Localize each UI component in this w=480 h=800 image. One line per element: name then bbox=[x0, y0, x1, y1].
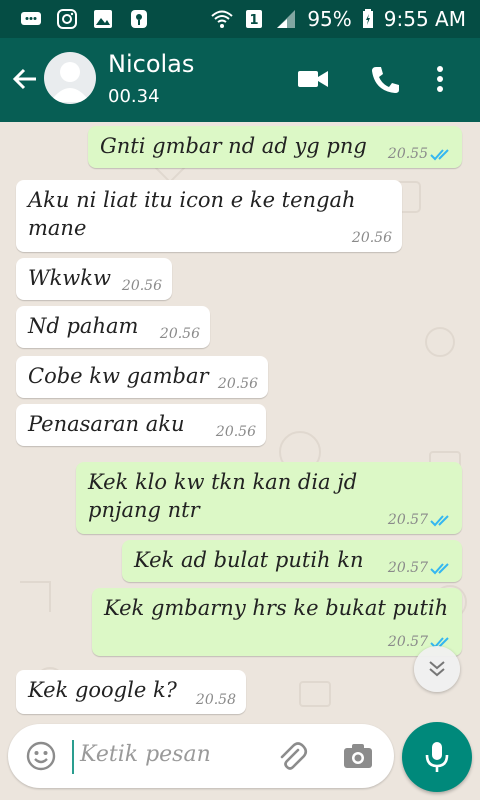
message-time: 20.56 bbox=[215, 424, 256, 440]
clock: 9:55 AM bbox=[383, 7, 466, 31]
battery-percent: 95% bbox=[307, 7, 352, 31]
svg-text:1: 1 bbox=[250, 13, 259, 28]
chat-header: Nicolas 00.34 bbox=[0, 38, 480, 122]
message-time: 20.56 bbox=[159, 326, 200, 342]
message-text: Nd paham bbox=[28, 314, 139, 338]
message-time: 20.56 bbox=[217, 376, 258, 392]
instagram-icon bbox=[57, 9, 77, 29]
message-bubble-outgoing[interactable]: Kek klo kw tkn kan dia jd pnjang ntr 20.… bbox=[76, 462, 462, 534]
avatar[interactable] bbox=[44, 52, 96, 104]
message-bubble-outgoing[interactable]: Gnti gmbar nd ad yg png 20.55 bbox=[88, 126, 462, 168]
message-bubble-outgoing[interactable]: Kek ad bulat putih kn 20.57 bbox=[122, 540, 462, 582]
contact-name[interactable]: Nicolas bbox=[108, 50, 194, 78]
microphone-icon bbox=[425, 742, 449, 772]
message-time: 20.57 bbox=[387, 512, 428, 528]
text-cursor bbox=[72, 740, 74, 774]
message-text: Kek gmbarny hrs ke bukat putih bbox=[104, 596, 449, 620]
message-text-line2: pnjang ntr bbox=[88, 498, 200, 522]
message-time: 20.57 bbox=[387, 634, 428, 650]
read-receipt-icon bbox=[430, 515, 449, 527]
battery-icon bbox=[362, 9, 373, 28]
chat-notification-icon bbox=[21, 12, 41, 25]
message-time: 20.55 bbox=[387, 146, 428, 162]
message-bubble-outgoing[interactable]: Kek gmbarny hrs ke bukat putih 20.57 bbox=[92, 588, 462, 656]
voice-message-button[interactable] bbox=[402, 722, 472, 792]
gallery-icon bbox=[94, 10, 112, 28]
signal-icon bbox=[277, 10, 296, 28]
camera-icon[interactable] bbox=[342, 742, 374, 770]
message-time: 20.56 bbox=[121, 278, 162, 294]
message-text: Kek google k? bbox=[28, 678, 177, 702]
attach-icon[interactable] bbox=[276, 740, 308, 772]
message-bubble-incoming[interactable]: Kek google k? 20.58 bbox=[16, 670, 246, 714]
message-text: Penasaran aku bbox=[28, 412, 185, 436]
message-list[interactable]: Gnti gmbar nd ad yg png 20.55 Aku ni lia… bbox=[0, 122, 480, 722]
emoji-icon[interactable] bbox=[26, 741, 56, 771]
message-bubble-incoming[interactable]: Penasaran aku 20.56 bbox=[16, 404, 266, 446]
sim-icon: 1 bbox=[246, 10, 263, 28]
message-bubble-incoming[interactable]: Wkwkw 20.56 bbox=[16, 258, 172, 300]
back-arrow-icon[interactable] bbox=[12, 66, 38, 92]
message-text: Wkwkw bbox=[28, 266, 111, 290]
message-text: Kek klo kw tkn kan dia jd bbox=[88, 470, 358, 494]
message-text: Gnti gmbar nd ad yg png bbox=[100, 134, 367, 158]
status-bar: 1 95% 9:55 AM bbox=[0, 0, 480, 38]
location-icon bbox=[131, 10, 147, 28]
video-call-icon[interactable] bbox=[296, 64, 330, 94]
message-text: Cobe kw gambar bbox=[28, 364, 209, 388]
message-bubble-incoming[interactable]: Aku ni liat itu icon e ke tengah mane 20… bbox=[16, 180, 402, 252]
last-seen: 00.34 bbox=[108, 86, 160, 107]
scroll-to-bottom-button[interactable] bbox=[414, 646, 460, 692]
message-bubble-incoming[interactable]: Nd paham 20.56 bbox=[16, 306, 210, 348]
message-text: Aku ni liat itu icon e ke tengah bbox=[28, 188, 356, 212]
double-chevron-down-icon bbox=[429, 661, 445, 677]
message-text: Kek ad bulat putih kn bbox=[134, 548, 364, 572]
message-time: 20.56 bbox=[351, 230, 392, 246]
message-bubble-incoming[interactable]: Cobe kw gambar 20.56 bbox=[16, 356, 268, 398]
message-time: 20.57 bbox=[387, 560, 428, 576]
read-receipt-icon bbox=[430, 149, 449, 161]
read-receipt-icon bbox=[430, 563, 449, 575]
message-time: 20.58 bbox=[195, 692, 236, 708]
wifi-icon bbox=[211, 10, 233, 28]
more-options-icon[interactable] bbox=[430, 64, 450, 94]
voice-call-icon[interactable] bbox=[368, 64, 402, 94]
message-text-line2: mane bbox=[28, 216, 87, 240]
default-avatar-icon bbox=[50, 62, 90, 102]
message-composer: Ketik pesan bbox=[8, 724, 394, 788]
message-input[interactable]: Ketik pesan bbox=[80, 742, 211, 767]
